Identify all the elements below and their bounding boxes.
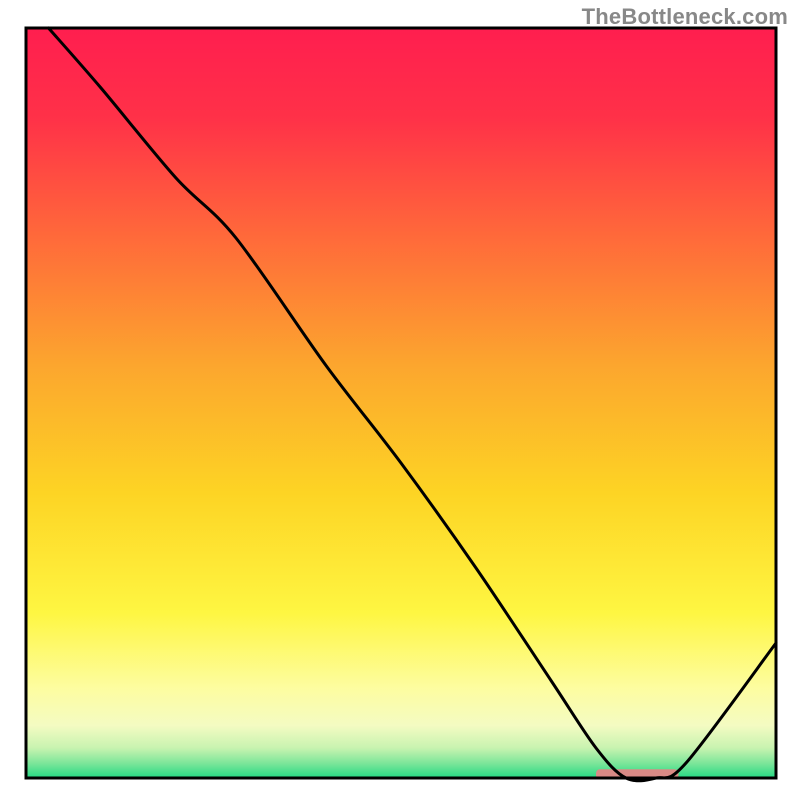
bottleneck-chart <box>0 0 800 800</box>
plot-background <box>26 28 776 778</box>
attribution-text: TheBottleneck.com <box>582 4 788 30</box>
